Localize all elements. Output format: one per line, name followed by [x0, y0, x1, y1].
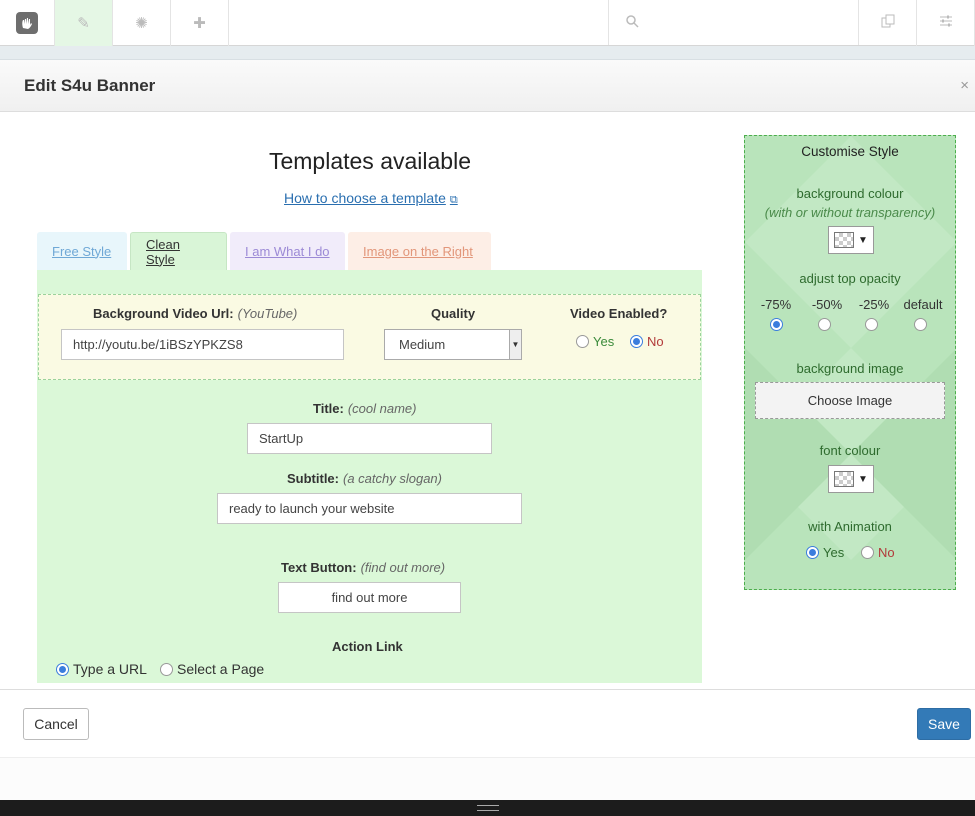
plus-icon: ✚: [193, 15, 206, 32]
video-enabled-yes[interactable]: Yes: [576, 334, 614, 349]
external-link-icon: ⧉: [449, 194, 458, 206]
transparent-swatch-icon: [834, 232, 854, 248]
type-url-label: Type a URL: [73, 661, 147, 677]
bottom-bar: [0, 800, 975, 816]
subtitle-hint: (a catchy slogan): [343, 471, 442, 486]
title-label: Title: (cool name): [313, 401, 416, 416]
subtitle-label: Subtitle: (a catchy slogan): [287, 471, 442, 486]
animation-no-radio[interactable]: [861, 546, 874, 559]
top-toolbar: ✎ ✺ ✚: [0, 0, 975, 46]
tab-i-am-what-i-do[interactable]: I am What I do: [230, 232, 345, 270]
font-colour-picker[interactable]: ▼: [828, 465, 874, 493]
quality-select[interactable]: Medium ▼: [384, 329, 522, 360]
search-box[interactable]: [609, 0, 859, 45]
select-page-label: Select a Page: [177, 661, 265, 677]
footer-divider: [0, 689, 975, 690]
opacity-default-radio[interactable]: [914, 318, 927, 331]
bg-colour-hint: (with or without transparency): [764, 205, 936, 220]
page-title: Templates available: [268, 148, 471, 174]
customise-style-panel: Customise Style background colour (with …: [744, 135, 956, 590]
animation-yes-label: Yes: [823, 545, 845, 560]
page-background: [0, 757, 975, 800]
toolbar-strip: [0, 46, 975, 60]
video-url-input[interactable]: http://youtu.be/1iBSzYPKZS8: [61, 329, 344, 360]
video-enabled-label: Video Enabled?: [570, 306, 668, 321]
video-no-label: No: [647, 334, 664, 349]
chevron-down-icon: ▼: [509, 330, 521, 359]
animation-label: with Animation: [808, 519, 892, 534]
tab-free-style[interactable]: Free Style: [37, 232, 127, 270]
text-button-label-text: Text Button:: [281, 560, 357, 575]
video-url-label-text: Background Video Url:: [93, 306, 234, 321]
settings-button[interactable]: ✺: [113, 0, 171, 46]
chevron-down-icon: ▼: [858, 473, 868, 485]
animation-yes-radio[interactable]: [806, 546, 819, 559]
action-link-label: Action Link: [332, 639, 403, 654]
animation-no[interactable]: No: [861, 545, 895, 560]
subtitle-label-text: Subtitle:: [287, 471, 339, 486]
tab-clean-style[interactable]: Clean Style: [130, 232, 227, 270]
gear-icon: ✺: [135, 15, 148, 32]
pages-icon: [881, 14, 895, 32]
bg-image-label: background image: [796, 361, 904, 376]
action-type-url[interactable]: Type a URL: [56, 661, 147, 677]
pencil-icon: ✎: [77, 15, 90, 32]
action-select-page[interactable]: Select a Page: [160, 661, 264, 677]
search-icon: [625, 14, 639, 31]
sliders-icon: [939, 14, 953, 32]
choose-image-button[interactable]: Choose Image: [755, 382, 945, 419]
dialog-header: Edit S4u Banner ×: [0, 60, 975, 112]
bg-colour-label: background colour: [796, 186, 904, 201]
opacity-label: adjust top opacity: [799, 271, 901, 286]
opacity-option-default-label: default: [903, 297, 943, 312]
help-link-label: How to choose a template: [284, 190, 446, 206]
video-url-hint: (YouTube): [237, 306, 298, 321]
transparent-swatch-icon: [834, 471, 854, 487]
sitemap-button[interactable]: [859, 0, 917, 46]
video-url-label: Background Video Url: (YouTube): [93, 306, 297, 321]
resize-grip-icon[interactable]: [476, 805, 499, 811]
quality-value: Medium: [399, 337, 446, 352]
animation-no-label: No: [878, 545, 895, 560]
chevron-down-icon: ▼: [858, 234, 868, 246]
font-colour-label: font colour: [819, 443, 881, 458]
close-icon[interactable]: ×: [960, 77, 969, 94]
video-yes-radio[interactable]: [576, 335, 589, 348]
subtitle-input[interactable]: ready to launch your website: [217, 493, 522, 524]
edit-mode-button[interactable]: ✎: [55, 0, 113, 46]
dialog-title: Edit S4u Banner: [24, 76, 156, 95]
bg-colour-picker[interactable]: ▼: [828, 226, 874, 254]
video-no-radio[interactable]: [630, 335, 643, 348]
video-yes-label: Yes: [593, 334, 615, 349]
animation-yes[interactable]: Yes: [806, 545, 844, 560]
quality-label: Quality: [431, 306, 476, 321]
cancel-button[interactable]: Cancel: [23, 708, 89, 740]
opacity-option-75-label: -75%: [760, 297, 792, 312]
text-button-input[interactable]: find out more: [278, 582, 461, 613]
video-enabled-no[interactable]: No: [630, 334, 664, 349]
opacity-option-50-label: -50%: [811, 297, 843, 312]
concrete5-logo-icon: [16, 12, 38, 34]
type-url-radio[interactable]: [56, 662, 69, 676]
add-button[interactable]: ✚: [171, 0, 229, 46]
dashboard-button[interactable]: [917, 0, 975, 46]
logo-button[interactable]: [0, 0, 55, 46]
title-hint: (cool name): [347, 401, 417, 416]
tab-image-on-the-right[interactable]: Image on the Right: [348, 232, 491, 270]
customise-style-heading: Customise Style: [801, 144, 899, 159]
opacity-option-25-label: -25%: [858, 297, 890, 312]
text-button-label: Text Button: (find out more): [281, 560, 445, 575]
opacity-25-radio[interactable]: [865, 318, 878, 331]
save-button[interactable]: Save: [917, 708, 971, 740]
opacity-75-radio[interactable]: [770, 318, 783, 331]
select-page-radio[interactable]: [160, 662, 173, 676]
title-label-text: Title:: [313, 401, 344, 416]
text-button-hint: (find out more): [360, 560, 446, 575]
title-input[interactable]: StartUp: [247, 423, 492, 454]
help-link[interactable]: How to choose a template ⧉: [284, 190, 458, 207]
opacity-50-radio[interactable]: [818, 318, 831, 331]
template-tabs: Free Style Clean Style I am What I do Im…: [37, 232, 494, 270]
